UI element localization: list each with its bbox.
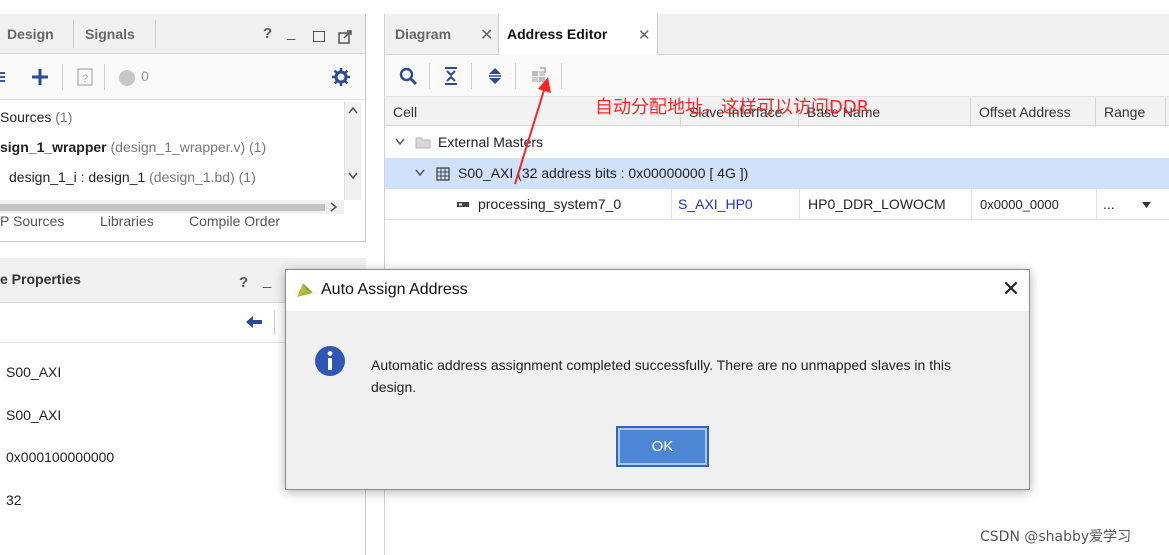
property-value: S00_AXI	[6, 407, 62, 423]
chevron-down-icon[interactable]	[395, 138, 405, 146]
scroll-down-icon[interactable]	[348, 172, 358, 180]
close-tab-icon[interactable]: ✕	[480, 25, 493, 45]
property-value: 0x000100000000	[6, 449, 115, 465]
tab-diagram[interactable]: Diagram	[395, 14, 451, 54]
table-row[interactable]: processing_system7_0 S_AXI_HP0 HP0_DDR_L…	[385, 189, 1169, 220]
expand-all-icon[interactable]	[487, 66, 503, 86]
tree-sources-count: (1)	[55, 109, 73, 125]
help-icon[interactable]: ?	[239, 274, 248, 291]
tab-divider	[73, 20, 74, 48]
help-icon[interactable]: ?	[263, 25, 272, 42]
chevron-down-icon[interactable]	[1142, 202, 1151, 208]
tree-sources-label: Sources	[0, 109, 52, 125]
dialog-message: Automatic address assignment completed s…	[371, 357, 952, 395]
tree-child-row[interactable]: design_1_i : design_1 (design_1.bd) (1)	[9, 169, 256, 185]
sources-panel: Design Signals ? _ ? 0 Sources (1) sign_…	[0, 14, 366, 242]
horizontal-scrollbar[interactable]	[0, 200, 344, 214]
tree-child-name: design_1_i : design_1	[9, 169, 146, 185]
float-icon[interactable]	[338, 30, 352, 44]
ok-button[interactable]: OK	[616, 426, 709, 467]
interface-icon	[457, 202, 469, 207]
tree-wrapper-row[interactable]: sign_1_wrapper (design_1_wrapper.v) (1)	[0, 139, 266, 155]
close-icon[interactable]: ✕	[998, 276, 1024, 302]
vertical-scrollbar[interactable]	[344, 102, 361, 200]
collapse-all-icon[interactable]	[443, 66, 459, 86]
minimize-icon[interactable]: _	[263, 272, 271, 289]
range-value: ...	[1103, 196, 1115, 212]
back-arrow-icon[interactable]	[245, 314, 263, 330]
sources-toolbar: ? 0	[0, 54, 365, 100]
info-icon	[315, 346, 345, 376]
column-header-offset-address[interactable]: Offset Address	[971, 97, 1096, 127]
scroll-thumb[interactable]	[0, 204, 325, 211]
expand-all-icon[interactable]	[0, 70, 6, 84]
dialog-titlebar: Auto Assign Address ✕	[286, 270, 1029, 311]
scroll-right-icon[interactable]	[330, 202, 338, 212]
annotation-text: 自动分配地址，这样可以访问DDR	[595, 97, 870, 118]
search-icon[interactable]	[399, 67, 417, 85]
editor-toolbar	[385, 55, 1169, 96]
maximize-icon[interactable]	[313, 31, 325, 42]
annotation-arrow	[514, 77, 551, 185]
add-icon[interactable]	[31, 68, 49, 86]
dialog-title: Auto Assign Address	[321, 281, 468, 298]
cell-name: processing_system7_0	[478, 196, 622, 212]
tab-divider	[155, 20, 156, 48]
table-row[interactable]: S00_AXI (32 address bits : 0x00000000 [ …	[385, 158, 1169, 189]
table-row[interactable]: External Masters	[385, 127, 1169, 158]
slave-interface-link[interactable]: S_AXI_HP0	[678, 189, 753, 220]
property-value: 32	[6, 492, 22, 508]
tree-sources-row[interactable]: Sources (1)	[0, 109, 72, 125]
watermark: CSDN @shabby爱学习	[980, 529, 1132, 545]
auto-assign-address-dialog: Auto Assign Address ✕ Automatic address …	[285, 269, 1030, 490]
tab-libraries[interactable]: Libraries	[100, 213, 154, 229]
chevron-down-icon[interactable]	[415, 169, 425, 177]
property-value: S00_AXI	[6, 364, 62, 380]
base-name-value: HP0_DDR_LOWOCM	[808, 196, 946, 212]
gear-icon[interactable]	[332, 68, 350, 86]
svg-text:?: ?	[82, 73, 88, 85]
minimize-icon[interactable]: _	[287, 24, 295, 41]
s00-axi-label: S00_AXI (32 address bits : 0x00000000 [ …	[458, 165, 749, 181]
help-box-icon[interactable]: ?	[77, 68, 93, 86]
column-header-range[interactable]: Range	[1096, 97, 1166, 127]
tree-child-file: (design_1.bd) (1)	[149, 169, 256, 185]
status-dot-icon	[119, 70, 135, 86]
tab-design[interactable]: Design	[7, 14, 54, 54]
tab-ip-sources[interactable]: P Sources	[0, 213, 64, 229]
status-count: 0	[141, 68, 149, 84]
tab-compile-order[interactable]: Compile Order	[189, 213, 280, 229]
vivado-logo-icon	[297, 283, 313, 297]
properties-title: e Properties	[0, 271, 81, 287]
tree-wrapper-file: (design_1_wrapper.v) (1)	[110, 139, 267, 155]
editor-tabstrip: Diagram ✕ Address Editor ✕	[385, 14, 1169, 56]
close-tab-icon[interactable]: ✕	[638, 26, 651, 44]
address-space-icon	[436, 167, 450, 181]
tab-address-editor[interactable]: Address Editor ✕	[498, 14, 658, 56]
scroll-up-icon[interactable]	[348, 106, 358, 114]
range-select[interactable]: ...	[1103, 189, 1115, 220]
tab-signals[interactable]: Signals	[85, 14, 135, 54]
offset-address-field[interactable]: 0x0000_0000	[980, 189, 1059, 220]
folder-icon	[415, 137, 431, 149]
sources-tabstrip: Design Signals ? _	[0, 14, 365, 54]
tab-address-editor-label: Address Editor	[507, 26, 608, 42]
tree-wrapper-name: sign_1_wrapper	[0, 139, 107, 155]
